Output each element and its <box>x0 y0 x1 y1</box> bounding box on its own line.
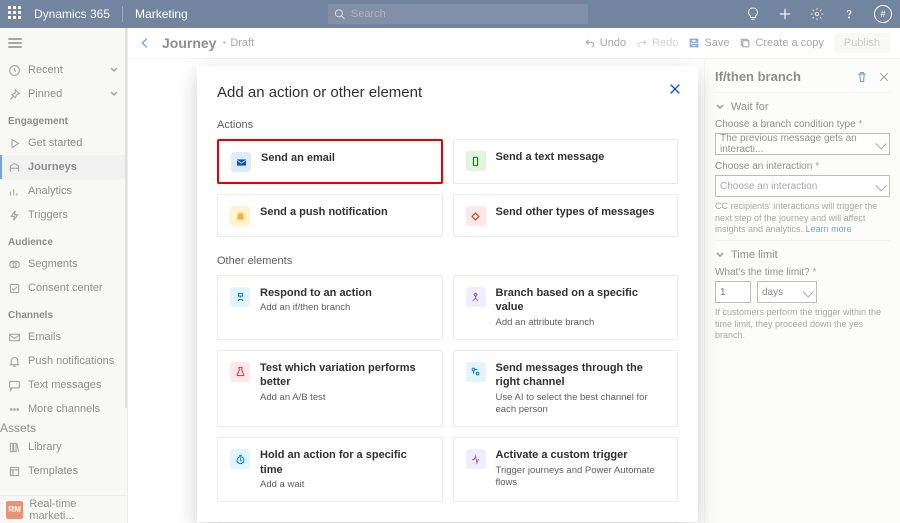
tile-label: Send messages through the right channel <box>496 361 666 390</box>
tile-label: Send a text message <box>496 150 605 164</box>
tile-label: Test which variation performs better <box>260 361 430 390</box>
other-group-label: Other elements <box>217 255 678 267</box>
tile-label: Send an email <box>261 151 335 165</box>
tile-send-other[interactable]: Send other types of messages <box>453 194 679 237</box>
tile-respond-action[interactable]: Respond to an action Add an if/then branc… <box>217 275 443 340</box>
tile-ab-test[interactable]: Test which variation performs better Add … <box>217 350 443 427</box>
diamond-icon <box>466 206 486 226</box>
tile-label: Send other types of messages <box>496 205 655 219</box>
modal-close-button[interactable] <box>668 82 682 96</box>
email-icon <box>231 152 251 172</box>
add-action-modal: Add an action or other element Actions S… <box>197 66 698 522</box>
attribute-branch-icon <box>466 287 486 307</box>
tile-wait[interactable]: Hold an action for a specific time Add a … <box>217 437 443 502</box>
tile-right-channel[interactable]: Send messages through the right channelU… <box>453 350 679 427</box>
close-icon <box>668 82 682 96</box>
tile-send-text[interactable]: Send a text message <box>453 139 679 184</box>
tile-label: Activate a custom trigger <box>496 448 666 462</box>
bell-icon <box>230 206 250 226</box>
tile-desc: Add an if/then branch <box>260 302 372 314</box>
tile-desc: Add an attribute branch <box>496 317 666 329</box>
tile-label: Send a push notification <box>260 205 388 219</box>
ai-channel-icon <box>466 362 486 382</box>
tile-branch-value[interactable]: Branch based on a specific value Add an a… <box>453 275 679 340</box>
tile-desc: Add a wait <box>260 479 430 491</box>
tile-send-push[interactable]: Send a push notification <box>217 194 443 237</box>
tile-desc: Trigger journeys and Power Automate flow… <box>496 465 666 490</box>
flask-icon <box>230 362 250 382</box>
tile-custom-trigger[interactable]: Activate a custom trigger Trigger journey… <box>453 437 679 502</box>
tile-desc: Use AI to select the best channel for ea… <box>496 392 666 417</box>
actions-group-label: Actions <box>217 119 678 131</box>
stopwatch-icon <box>230 449 250 469</box>
tile-send-email[interactable]: Send an email <box>217 139 443 184</box>
branch-icon <box>230 287 250 307</box>
modal-title: Add an action or other element <box>217 84 678 101</box>
tile-label: Branch based on a specific value <box>496 286 666 315</box>
tile-label: Hold an action for a specific time <box>260 448 430 477</box>
trigger-icon <box>466 449 486 469</box>
tile-desc: Add an A/B test <box>260 392 430 404</box>
tile-label: Respond to an action <box>260 286 372 300</box>
phone-icon <box>466 151 486 171</box>
